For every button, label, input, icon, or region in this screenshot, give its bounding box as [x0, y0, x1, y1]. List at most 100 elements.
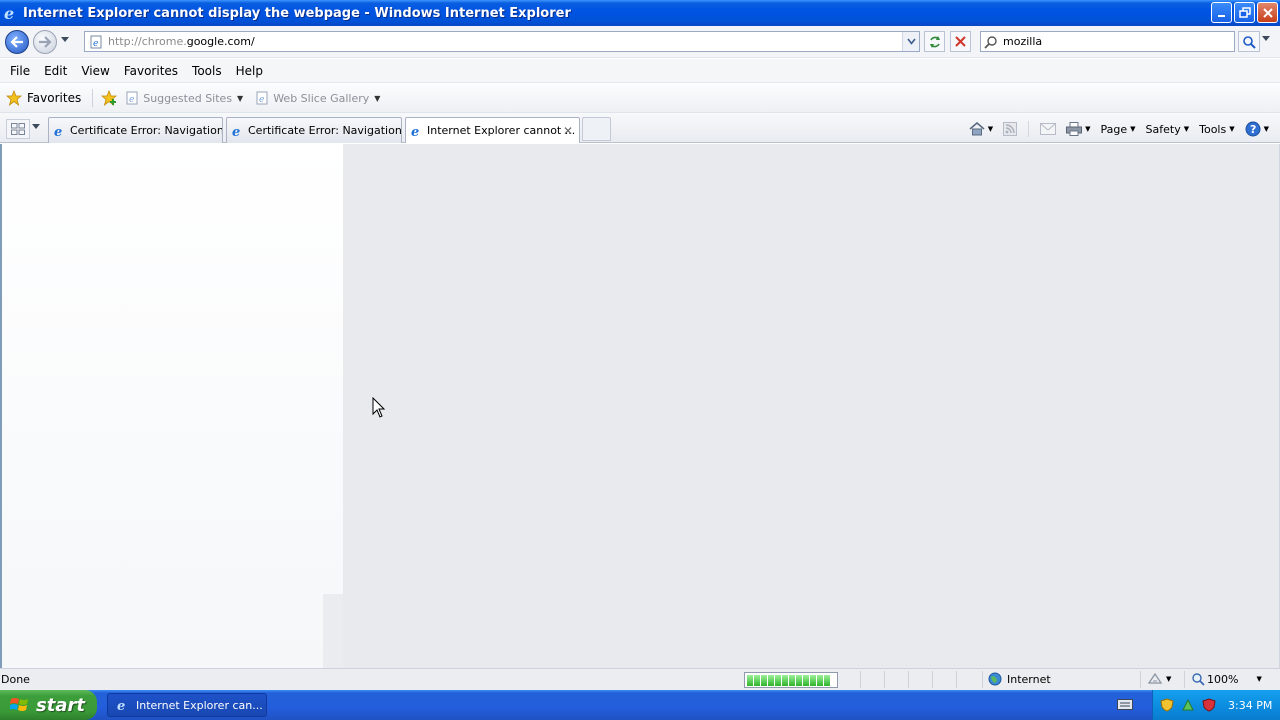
menu-favorites[interactable]: Favorites [117, 64, 185, 78]
status-bar: Done Internet ▼ 100% ▼ [0, 668, 1280, 690]
keyboard-icon[interactable] [1117, 699, 1133, 711]
taskbar-item-ie[interactable]: e Internet Explorer can... [107, 693, 267, 717]
title-bar[interactable]: e Internet Explorer cannot display the w… [0, 0, 1280, 26]
tools-menu-label: Tools [1199, 122, 1227, 136]
home-icon [969, 122, 985, 136]
add-to-favorites-bar-icon[interactable] [101, 90, 119, 106]
page-menu-label: Page [1100, 122, 1128, 136]
page-menu[interactable]: Page ▼ [1098, 123, 1139, 136]
menu-help[interactable]: Help [229, 64, 270, 78]
ie-page-icon: e [126, 91, 138, 105]
svg-text:e: e [129, 95, 134, 105]
progress-block [803, 674, 809, 686]
zone-label: Internet [1007, 672, 1051, 686]
close-window-button[interactable] [1257, 2, 1278, 23]
progress-block [796, 674, 802, 686]
windows-flag-icon [10, 698, 28, 711]
dropdown-caret-icon: ▼ [1229, 125, 1235, 133]
safety-menu[interactable]: Safety ▼ [1143, 123, 1193, 136]
menu-view[interactable]: View [74, 64, 116, 78]
new-tab-button[interactable] [582, 117, 611, 141]
command-bar: ▼ ▼ Page ▼ Safety ▼ Tools ▼ ? ▼ [966, 118, 1272, 140]
web-slice-gallery-label: Web Slice Gallery [273, 91, 370, 105]
restore-icon [1238, 6, 1251, 18]
progress-block [775, 674, 781, 686]
search-go-button[interactable] [1238, 31, 1260, 52]
search-icon [984, 35, 997, 49]
svg-text:e: e [117, 699, 125, 712]
dropdown-caret-icon: ▼ [374, 93, 381, 103]
tab-list-dropdown-icon[interactable] [32, 124, 40, 130]
tab-label: Internet Explorer cannot ... [427, 124, 576, 137]
back-button[interactable] [5, 30, 29, 54]
recent-pages-dropdown-icon[interactable] [60, 36, 70, 44]
address-dropdown-button[interactable] [902, 32, 919, 51]
quick-tabs-button[interactable] [6, 119, 30, 139]
refresh-button[interactable] [924, 31, 945, 52]
protected-mode-icon [1147, 672, 1163, 684]
system-tray: 3:34 PM [1152, 690, 1280, 720]
dropdown-caret-icon: ▼ [1085, 125, 1091, 133]
ie-logo-icon: e [117, 699, 125, 712]
read-mail-button[interactable] [1037, 123, 1059, 135]
tab-ie-cannot-display[interactable]: e Internet Explorer cannot ... ✕ [405, 117, 580, 143]
clock[interactable]: 3:34 PM [1228, 699, 1272, 712]
dropdown-caret-icon: ▼ [1263, 125, 1269, 133]
tab-certificate-error-2[interactable]: e Certificate Error: Navigation ... [226, 117, 402, 143]
suggested-sites-link[interactable]: e Suggested Sites ▼ [125, 91, 243, 105]
dropdown-caret-icon: ▼ [1256, 675, 1262, 683]
protected-mode-button[interactable]: ▼ [1147, 672, 1171, 686]
refresh-icon [929, 35, 940, 48]
ie-logo-icon: e [4, 5, 14, 21]
minimize-icon [1217, 14, 1225, 17]
print-button[interactable]: ▼ [1063, 122, 1093, 136]
menu-bar: File Edit View Favorites Tools Help [0, 59, 1280, 83]
menu-edit[interactable]: Edit [37, 64, 74, 78]
start-label: start [36, 694, 85, 716]
ie-page-icon: e [411, 125, 419, 138]
navigation-bar: e http://chrome. google.com/ mozilla [0, 26, 1280, 58]
svg-text:e: e [4, 5, 14, 21]
zoom-icon [1192, 673, 1205, 686]
svg-text:e: e [411, 125, 419, 138]
search-options-dropdown-icon[interactable] [1262, 36, 1270, 42]
ie-page-icon: e [256, 91, 268, 105]
security-zone[interactable]: Internet [988, 672, 1051, 686]
restore-button[interactable] [1234, 2, 1255, 23]
minimize-button[interactable] [1211, 2, 1232, 23]
close-tab-icon[interactable]: ✕ [563, 124, 573, 138]
close-icon [1262, 7, 1273, 18]
magnifier-icon [1243, 35, 1256, 49]
tab-certificate-error-1[interactable]: e Certificate Error: Navigation ... [48, 117, 223, 143]
status-text: Done [1, 673, 30, 686]
dropdown-caret-icon: ▼ [1166, 675, 1172, 683]
progress-block [789, 674, 795, 686]
tab-label: Certificate Error: Navigation ... [248, 124, 402, 137]
help-icon: ? [1245, 121, 1261, 137]
tab-bar: e Certificate Error: Navigation ... e Ce… [0, 113, 1280, 143]
tools-menu[interactable]: Tools ▼ [1196, 123, 1238, 136]
start-button[interactable]: start [0, 690, 97, 720]
forward-button[interactable] [33, 30, 57, 54]
url-prefix: http://chrome. [108, 35, 187, 48]
help-menu[interactable]: ? ▼ [1242, 121, 1272, 137]
search-input[interactable]: mozilla [980, 31, 1235, 52]
antivirus-icon[interactable] [1202, 698, 1216, 712]
favorites-button[interactable]: Favorites [6, 90, 81, 106]
home-button[interactable]: ▼ [966, 122, 996, 136]
security-shield-icon[interactable] [1160, 698, 1174, 712]
dropdown-caret-icon: ▼ [1130, 125, 1136, 133]
quick-tabs-icon [11, 123, 25, 135]
svg-text:e: e [54, 125, 62, 138]
network-icon[interactable] [1181, 698, 1195, 712]
address-input[interactable]: e http://chrome. google.com/ [84, 31, 920, 52]
feeds-button[interactable] [1000, 122, 1020, 136]
zoom-button[interactable]: 100% ▼ [1191, 672, 1262, 686]
zoom-level: 100% [1207, 672, 1239, 686]
web-slice-gallery-link[interactable]: e Web Slice Gallery ▼ [255, 91, 380, 105]
stop-button[interactable] [950, 31, 971, 52]
menu-tools[interactable]: Tools [185, 64, 229, 78]
page-content[interactable] [0, 144, 1280, 668]
progress-block [768, 674, 774, 686]
menu-file[interactable]: File [3, 64, 37, 78]
